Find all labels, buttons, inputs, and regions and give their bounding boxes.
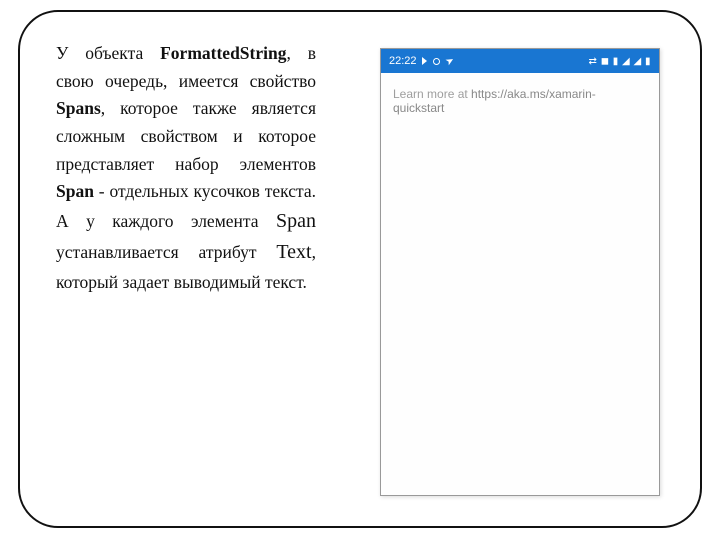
keyword-span-2: Span <box>276 210 316 232</box>
screenshot-column: 22:22 ➤ ⇄ ◼ ▮ ◢ ◢ ▮ Learn more at https:… <box>346 40 664 498</box>
play-icon <box>422 57 427 65</box>
telegram-icon: ➤ <box>443 54 456 68</box>
text-run: устанавливается атрибут <box>56 242 276 262</box>
text-run: У объекта <box>56 43 160 63</box>
clock-label: 22:22 <box>389 55 417 67</box>
keyword-formattedstring: FormattedString <box>160 43 286 63</box>
keyword-text: Text <box>276 241 311 263</box>
status-bar: 22:22 ➤ ⇄ ◼ ▮ ◢ ◢ ▮ <box>381 49 659 73</box>
body-text: У объекта FormattedString, в свою очеред… <box>56 40 316 498</box>
keyword-span: Span <box>56 181 94 201</box>
phone-screenshot: 22:22 ➤ ⇄ ◼ ▮ ◢ ◢ ▮ Learn more at https:… <box>380 48 660 496</box>
status-right: ⇄ ◼ ▮ ◢ ◢ ▮ <box>589 56 651 67</box>
slide-frame: У объекта FormattedString, в свою очеред… <box>18 10 702 528</box>
keyword-spans: Spans <box>56 98 101 118</box>
whatsapp-icon <box>433 58 440 65</box>
learn-more-text: Learn more at https://aka.ms/xamarin-qui… <box>381 73 659 129</box>
learn-prefix: Learn more at <box>393 87 471 101</box>
status-left: 22:22 ➤ <box>389 55 455 67</box>
text-run: - <box>94 181 105 201</box>
